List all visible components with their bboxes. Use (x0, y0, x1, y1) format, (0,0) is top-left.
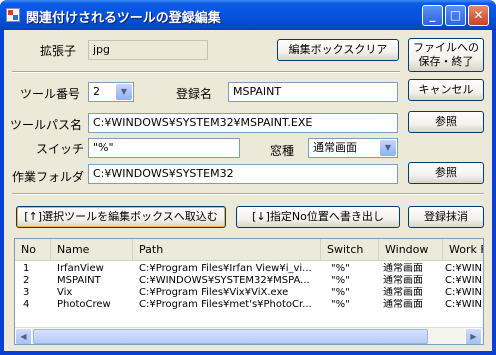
close-button[interactable]: ✕ (468, 5, 489, 26)
load-selected-button[interactable]: [↑]選択ツールを編集ボックスへ取込む (16, 206, 226, 228)
maximize-icon: □ (449, 8, 462, 22)
cell-window: 通常画面 (383, 299, 423, 310)
cell-name: MSPAINT (57, 275, 101, 286)
divider (12, 193, 484, 195)
reg-name-input[interactable]: MSPAINT (228, 82, 398, 102)
cell-no: 3 (23, 287, 30, 298)
cell-path: C:¥Program Files¥met's¥PhotoCr... (139, 299, 312, 310)
list-header: No Name Path Switch Window Work F (15, 239, 483, 261)
cell-window: 通常画面 (383, 263, 423, 274)
close-icon: ✕ (473, 8, 484, 22)
chevron-down-icon[interactable]: ▼ (116, 84, 132, 100)
window-type-value: 通常画面 (313, 141, 357, 154)
tool-list[interactable]: No Name Path Switch Window Work F 1 Irfa… (14, 238, 484, 345)
cell-no: 1 (23, 263, 30, 274)
delete-button[interactable]: 登録抹消 (408, 206, 484, 228)
column-header-name[interactable]: Name (51, 239, 133, 261)
client-area: 拡張子 jpg 編集ボックスクリア ファイルへの保存・終了 ツール番号 2 ▼ … (4, 30, 492, 351)
work-folder-label: 作業フォルダ (12, 170, 85, 184)
arrow-right-icon[interactable]: ▶ (465, 328, 482, 344)
cell-switch: "%" (331, 275, 350, 286)
table-row[interactable]: 2 MSPAINT C:¥WINDOWS¥SYSTEM32¥MSPA... "%… (15, 275, 483, 287)
window-type-combo[interactable]: 通常画面 ▼ (308, 138, 398, 158)
clear-edit-button[interactable]: 編集ボックスクリア (277, 39, 399, 61)
window-type-label: 窓種 (270, 144, 295, 158)
cell-path: C:¥Program Files¥Irfan View¥i_vi... (139, 263, 312, 274)
column-header-path[interactable]: Path (133, 239, 321, 261)
cell-workfolder: C:¥WIND (445, 263, 483, 274)
title-bar[interactable]: 関連付けされるツールの登録編集 _ □ ✕ (0, 0, 496, 30)
browse-folder-button[interactable]: 参照 (408, 162, 484, 184)
column-header-window[interactable]: Window (379, 239, 443, 261)
cell-name: IrfanView (57, 263, 104, 274)
column-header-no[interactable]: No (15, 239, 51, 261)
column-header-workfolder[interactable]: Work F (443, 239, 483, 261)
maximize-button[interactable]: □ (445, 5, 466, 26)
minimize-icon: _ (429, 8, 436, 22)
cell-window: 通常画面 (383, 287, 423, 298)
tool-path-label: ツールパス名 (10, 118, 83, 132)
tool-number-label: ツール番号 (20, 87, 81, 101)
cell-no: 2 (23, 275, 30, 286)
divider (12, 71, 400, 73)
table-row[interactable]: 4 PhotoCrew C:¥Program Files¥met's¥Photo… (15, 299, 483, 311)
tool-number-combo[interactable]: 2 ▼ (88, 82, 134, 102)
app-icon[interactable] (6, 8, 20, 22)
horizontal-scrollbar[interactable]: ◀ ▶ (15, 327, 483, 344)
reg-name-label: 登録名 (176, 87, 213, 101)
cell-switch: "%" (331, 287, 350, 298)
extension-field: jpg (88, 40, 208, 60)
cell-workfolder: C:¥WIND (445, 275, 483, 286)
cancel-button[interactable]: キャンセル (408, 79, 484, 101)
chevron-down-icon[interactable]: ▼ (380, 140, 396, 156)
browse-path-button[interactable]: 参照 (408, 111, 484, 133)
cell-switch: "%" (331, 263, 350, 274)
work-folder-input[interactable]: C:¥WINDOWS¥SYSTEM32 (88, 164, 398, 184)
table-row[interactable]: 3 Vix C:¥Program Files¥Vix¥ViX.exe "%" 通… (15, 287, 483, 299)
cell-path: C:¥Program Files¥Vix¥ViX.exe (139, 287, 289, 298)
minimize-button[interactable]: _ (422, 5, 443, 26)
save-exit-button[interactable]: ファイルへの保存・終了 (408, 38, 484, 72)
app-window: 関連付けされるツールの登録編集 _ □ ✕ 拡張子 jpg 編集ボックスクリア … (0, 0, 496, 355)
extension-label: 拡張子 (40, 44, 77, 58)
cell-workfolder: C:¥WIND (445, 287, 483, 298)
switch-input[interactable]: "%" (88, 138, 240, 158)
cell-switch: "%" (331, 299, 350, 310)
arrow-left-icon[interactable]: ◀ (15, 328, 32, 344)
cell-no: 4 (23, 299, 30, 310)
cell-name: Vix (57, 287, 73, 298)
tool-path-input[interactable]: C:¥WINDOWS¥SYSTEM32¥MSPAINT.EXE (88, 113, 398, 133)
column-header-switch[interactable]: Switch (321, 239, 379, 261)
table-row[interactable]: 1 IrfanView C:¥Program Files¥Irfan View¥… (15, 263, 483, 275)
window-title: 関連付けされるツールの登録編集 (26, 11, 221, 26)
switch-label: スイッチ (36, 142, 85, 156)
cell-path: C:¥WINDOWS¥SYSTEM32¥MSPA... (139, 275, 310, 286)
tool-number-value: 2 (93, 85, 100, 98)
cell-window: 通常画面 (383, 275, 423, 286)
write-to-position-button[interactable]: [↓]指定No位置へ書き出し (236, 206, 400, 228)
cell-workfolder: C:¥WIND (445, 299, 483, 310)
scrollbar-thumb[interactable] (33, 329, 428, 344)
cell-name: PhotoCrew (57, 299, 111, 310)
